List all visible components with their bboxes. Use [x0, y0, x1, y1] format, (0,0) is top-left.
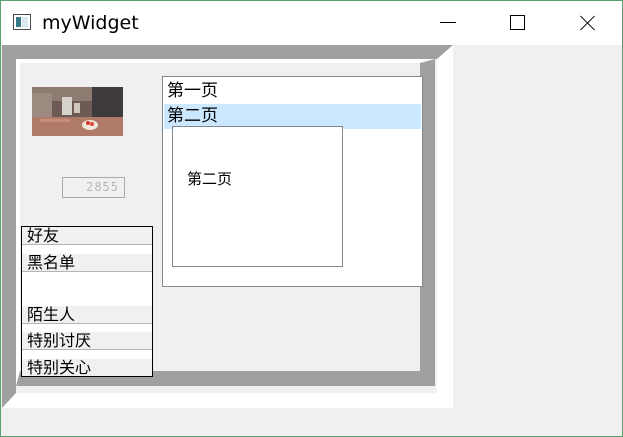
- toolbox-item-friends[interactable]: 好友: [22, 227, 152, 245]
- toolbox-item-strangers[interactable]: 陌生人: [22, 306, 152, 324]
- app-window-icon: [13, 14, 31, 30]
- app-window: myWidget 2855 好友 黑名单 陌生人 特别讨厌 特别关心 第一页 第…: [0, 0, 623, 437]
- toolbox-item-special-care[interactable]: 特别关心: [22, 359, 152, 376]
- cake-photo: [32, 87, 123, 136]
- maximize-button[interactable]: [483, 1, 553, 45]
- lcd-number: 2855: [62, 177, 125, 198]
- window-title: myWidget: [42, 12, 139, 34]
- minimize-button[interactable]: [413, 1, 483, 45]
- title-bar[interactable]: myWidget: [1, 1, 622, 45]
- stacked-widget-page: 第二页: [172, 126, 343, 267]
- image-label: [32, 87, 123, 136]
- toolbox: 好友 黑名单 陌生人 特别讨厌 特别关心: [21, 226, 153, 377]
- toolbox-item-disliked[interactable]: 特别讨厌: [22, 332, 152, 350]
- list-item[interactable]: 第一页: [164, 79, 421, 104]
- toolbox-item-blacklist[interactable]: 黑名单: [22, 254, 152, 272]
- close-button[interactable]: [553, 1, 622, 45]
- minimize-icon: [440, 22, 456, 23]
- stacked-page-label: 第二页: [187, 170, 233, 188]
- maximize-icon: [510, 15, 525, 30]
